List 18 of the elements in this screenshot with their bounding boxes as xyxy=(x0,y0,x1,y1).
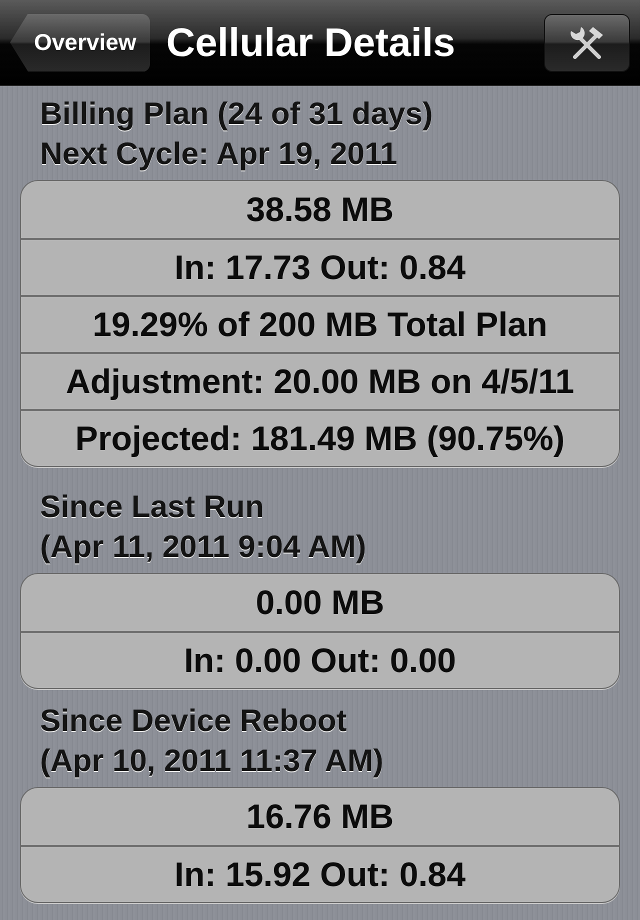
section-heading: Billing Plan (24 of 31 days) xyxy=(40,95,433,133)
usage-stat: Adjustment: 20.00 MB on 4/5/11 xyxy=(66,362,574,402)
usage-stat: 38.58 MB xyxy=(246,190,394,230)
section-subheading: (Apr 11, 2011 9:04 AM) xyxy=(40,528,366,566)
tools-button[interactable] xyxy=(544,14,630,72)
usage-stat: Projected: 181.49 MB (90.75%) xyxy=(75,418,565,458)
usage-stat: 19.29% of 200 MB Total Plan xyxy=(92,304,548,344)
section-heading: Since Last Run xyxy=(40,488,264,526)
screen-title: Cellular Details xyxy=(166,22,456,62)
usage-stat: In: 15.92 Out: 0.84 xyxy=(174,854,466,894)
usage-stat: In: 17.73 Out: 0.84 xyxy=(174,248,466,288)
usage-stat: 16.76 MB xyxy=(246,796,394,836)
usage-stat: In: 0.00 Out: 0.00 xyxy=(184,640,456,680)
section-subheading: Next Cycle: Apr 19, 2011 xyxy=(40,135,398,173)
section-heading: Since Device Reboot xyxy=(40,702,347,740)
back-button[interactable]: Overview xyxy=(10,14,150,72)
usage-stat: 0.00 MB xyxy=(256,582,384,622)
section-subheading: (Apr 10, 2011 11:37 AM) xyxy=(40,742,384,780)
